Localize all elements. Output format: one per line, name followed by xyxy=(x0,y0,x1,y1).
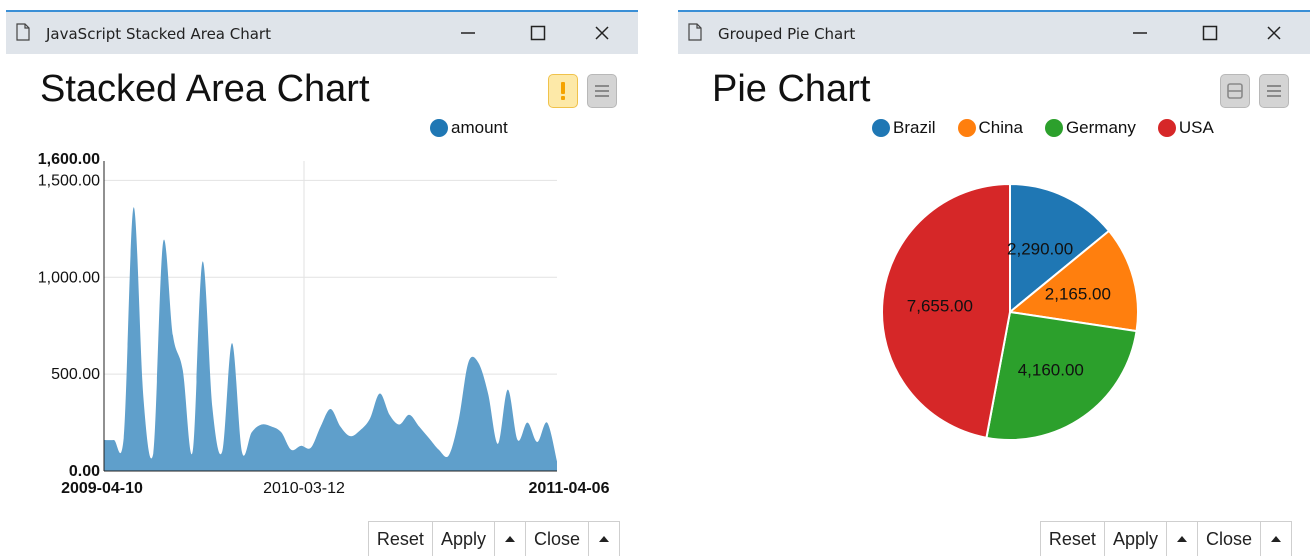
close-icon xyxy=(595,26,609,40)
minimize-button[interactable] xyxy=(1120,18,1160,48)
y-tick-label: 1,600.00 xyxy=(38,151,100,168)
arrow-up-icon xyxy=(599,536,609,542)
title-bar[interactable]: JavaScript Stacked Area Chart xyxy=(6,10,638,54)
minimize-icon xyxy=(461,32,475,34)
arrow-up-icon xyxy=(1176,536,1187,542)
document-icon xyxy=(16,23,30,41)
button-bar: Reset Apply Close xyxy=(1039,521,1292,556)
close-button[interactable]: Close xyxy=(526,522,589,556)
menu-icon xyxy=(1267,85,1281,97)
legend-label-amount: amount xyxy=(451,118,508,137)
window-title: JavaScript Stacked Area Chart xyxy=(46,25,271,43)
data-label: 2,290.00 xyxy=(1007,239,1073,258)
pie-chart: 2,290.00 2,165.00 4,160.00 7,655.00 xyxy=(881,182,1139,441)
x-tick-label: 2009-04-10 xyxy=(61,480,143,497)
y-tick-label: 1,500.00 xyxy=(38,172,100,189)
legend-item-germany: Germany xyxy=(1044,118,1136,138)
maximize-button[interactable] xyxy=(1190,18,1230,48)
reset-button[interactable]: Reset xyxy=(1041,522,1105,556)
pie-chart-window: Grouped Pie Chart Pie Chart Brazil China G… xyxy=(678,10,1310,556)
area-series-amount xyxy=(104,207,557,471)
close-arrow-button[interactable] xyxy=(1261,522,1291,556)
legend-item-usa: USA xyxy=(1157,118,1214,138)
menu-icon xyxy=(595,85,609,97)
window-title: Grouped Pie Chart xyxy=(718,25,856,43)
apply-button[interactable]: Apply xyxy=(433,522,495,556)
title-bar[interactable]: Grouped Pie Chart xyxy=(678,10,1310,54)
data-label: 7,655.00 xyxy=(907,296,973,315)
area-chart-window: JavaScript Stacked Area Chart Stacked Ar… xyxy=(6,10,638,556)
expand-up-button[interactable] xyxy=(1167,522,1198,556)
maximize-button[interactable] xyxy=(518,18,558,48)
legend: Brazil China Germany USA xyxy=(872,118,1236,138)
legend-swatch-amount xyxy=(430,119,448,137)
close-window-button[interactable] xyxy=(582,18,622,48)
legend-swatch xyxy=(957,119,976,137)
legend-swatch xyxy=(872,119,890,137)
legend-item-china: China xyxy=(957,118,1023,138)
document-icon xyxy=(688,23,702,41)
maximize-icon xyxy=(530,25,546,41)
legend: amount xyxy=(430,118,508,138)
legend-swatch xyxy=(1157,119,1176,137)
data-label: 4,160.00 xyxy=(1018,360,1084,379)
chart-title: Pie Chart xyxy=(712,68,871,110)
warning-icon xyxy=(561,82,565,100)
close-window-button[interactable] xyxy=(1254,18,1294,48)
collapse-icon xyxy=(1227,83,1243,99)
legend-label: China xyxy=(978,118,1023,137)
legend-label: Germany xyxy=(1065,118,1136,137)
apply-button[interactable]: Apply xyxy=(1105,522,1167,556)
legend-swatch xyxy=(1044,119,1063,137)
legend-label: Brazil xyxy=(893,118,936,137)
chart-title: Stacked Area Chart xyxy=(40,68,370,110)
minimize-button[interactable] xyxy=(448,18,488,48)
data-label: 2,165.00 xyxy=(1045,284,1111,303)
minimize-icon xyxy=(1133,32,1147,34)
close-button[interactable]: Close xyxy=(1198,522,1261,556)
menu-button[interactable] xyxy=(1259,74,1289,108)
y-tick-label: 500.00 xyxy=(51,366,100,383)
expand-up-button[interactable] xyxy=(495,522,526,556)
collapse-button[interactable] xyxy=(1220,74,1250,108)
arrow-up-icon xyxy=(1271,536,1281,542)
y-tick-label: 0.00 xyxy=(69,463,100,480)
maximize-icon xyxy=(1202,25,1218,41)
reset-button[interactable]: Reset xyxy=(369,522,433,556)
menu-button[interactable] xyxy=(587,74,617,108)
button-bar: Reset Apply Close xyxy=(367,521,620,556)
close-arrow-button[interactable] xyxy=(589,522,619,556)
warning-button[interactable] xyxy=(548,74,578,108)
x-tick-label: 2011-04-06 xyxy=(529,480,610,497)
legend-label: USA xyxy=(1178,118,1214,137)
close-icon xyxy=(1267,26,1281,40)
x-tick-label: 2010-03-12 xyxy=(263,480,345,497)
area-chart: 0.00 500.00 1,000.00 1,500.00 1,600.00 2009-0… xyxy=(38,151,610,497)
legend-item-brazil: Brazil xyxy=(872,118,936,138)
y-tick-label: 1,000.00 xyxy=(38,269,100,286)
arrow-up-icon xyxy=(504,536,515,542)
